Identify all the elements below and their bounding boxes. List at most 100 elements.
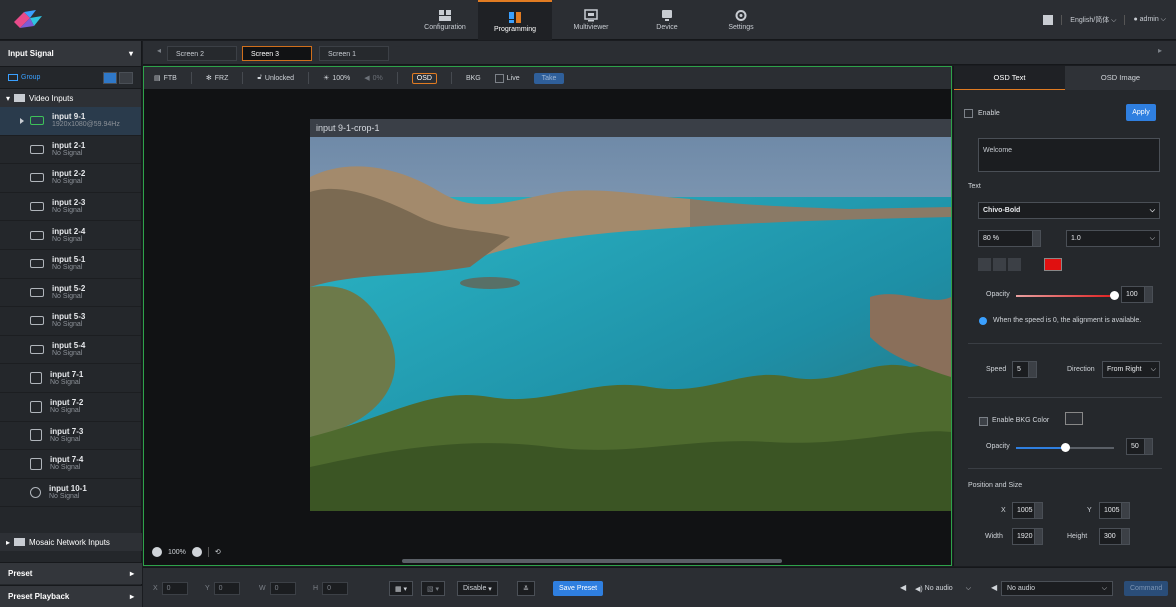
list-item[interactable]: input 7-1 No Signal [0,364,141,393]
width-input[interactable]: 1920 [1012,528,1043,545]
horizontal-scrollbar[interactable] [402,559,782,563]
zoom-in-icon[interactable] [191,547,202,557]
speed-input[interactable]: 5 [1012,361,1037,378]
list-item[interactable]: input 2-3 No Signal [0,193,141,222]
live-checkbox[interactable] [494,73,504,83]
list-item[interactable]: input 9-1 1920x1080@59.94Hz [0,107,141,136]
direction-select[interactable]: From Right ⌵ [1102,361,1160,378]
stepper-icon[interactable] [1034,503,1042,518]
bkg-color-swatch[interactable] [1065,412,1083,425]
list-item[interactable]: input 5-1 No Signal [0,250,141,279]
group-toggle[interactable]: Group [8,74,40,81]
scroll-right-icon[interactable]: ▸ [1158,46,1162,55]
nav-device[interactable]: Device [638,0,696,40]
clear-button[interactable]: ≚ [517,581,535,596]
bkg-opacity-slider[interactable] [1016,443,1114,452]
preset-playback-section[interactable]: Preset Playback ▸ [0,585,142,607]
layer-button[interactable]: ▧ ▾ [421,581,446,596]
apply-button[interactable]: Apply [1126,104,1156,121]
stepper-icon[interactable] [1144,287,1152,302]
input-name: input 7-2 [50,398,84,408]
live-toggle[interactable]: Live [494,73,520,83]
command-button[interactable]: Command [1124,581,1169,596]
list-item[interactable]: input 7-3 No Signal [0,422,141,451]
category-video-inputs[interactable]: ▾ Video Inputs [0,89,141,107]
input-signal-header[interactable]: Input Signal ▾ [0,41,141,67]
save-icon[interactable] [1043,15,1054,25]
bottom-y-input[interactable]: 0 [213,582,240,595]
zoom-out-icon[interactable] [152,547,162,557]
frz-button[interactable]: ✻ FRZ [206,74,228,83]
nav-configuration[interactable]: Configuration [416,0,474,40]
category-mosaic-inputs[interactable]: ▸ Mosaic Network Inputs [0,533,142,551]
opacity-slider[interactable] [1016,291,1119,300]
volume-button[interactable]: ◀ 0% [364,74,383,83]
list-item[interactable]: input 2-1 No Signal [0,136,141,165]
y-input[interactable]: 1005 [1099,502,1130,519]
align-right-icon[interactable] [1008,258,1021,271]
tab-osd-image[interactable]: OSD Image [1065,66,1176,90]
stepper-icon[interactable] [1028,362,1036,377]
nav-settings[interactable]: Settings [712,0,770,40]
list-item[interactable]: input 5-4 No Signal [0,336,141,365]
opacity-input[interactable]: 100 [1121,286,1153,303]
stepper-icon[interactable] [1034,529,1042,544]
x-input[interactable]: 1005 [1012,502,1043,519]
brightness-button[interactable]: ☀ 100% [323,74,350,83]
list-view-icon[interactable] [103,71,117,84]
tab-screen-3[interactable]: Screen 3 [242,46,312,61]
list-item[interactable]: input 10-1 No Signal [0,479,141,508]
list-item[interactable]: input 7-4 No Signal [0,450,141,479]
bottom-h-input[interactable]: 0 [322,582,349,595]
reset-zoom-icon[interactable]: ⟲ [215,548,221,556]
nav-programming[interactable]: Programming [478,0,552,40]
caret-right-icon[interactable] [20,118,24,124]
stepper-icon[interactable] [1144,439,1152,454]
list-item[interactable]: input 5-3 No Signal [0,307,141,336]
screen-canvas[interactable]: ▤ FTB ✻ FRZ 🔓︎ Unlocked ☀ 100% ◀ 0% OSD BKG L… [143,66,952,566]
bottom-w-input[interactable]: 0 [269,582,296,595]
disable-select[interactable]: Disable ▾ [457,581,498,596]
audio-select-1[interactable]: ◀) No audio ⌵ [910,581,976,596]
osd-button[interactable]: OSD [411,72,437,84]
grid-view-icon[interactable] [119,71,133,84]
font-select[interactable]: Chivo-Bold ⌵ [978,202,1160,219]
line-spacing-select[interactable]: 1.0 ⌵ [1066,230,1160,247]
align-center-icon[interactable] [993,258,1006,271]
bkg-opacity-input[interactable]: 50 [1126,438,1153,455]
user-menu[interactable]: ● admin ⌵ [1133,16,1166,24]
layout-button[interactable]: ▦ ▾ [389,581,414,596]
enable-checkbox[interactable] [964,109,973,118]
height-input[interactable]: 300 [1099,528,1130,545]
preset-section[interactable]: Preset ▸ [0,562,142,584]
list-item[interactable]: input 5-2 No Signal [0,279,141,308]
ftb-button[interactable]: ▤ FTB [154,74,177,83]
osd-text-input[interactable]: Welcome [978,138,1160,172]
tab-screen-2[interactable]: Screen 2 [167,46,237,61]
language-select[interactable]: English/简体 ⌵ [1070,15,1116,25]
font-size-input[interactable]: 80 % [978,230,1041,247]
stepper-icon[interactable] [1032,231,1040,246]
lock-button[interactable]: 🔓︎ Unlocked [257,74,294,82]
text-color-swatch[interactable] [1044,258,1062,271]
height-value: 300 [1104,533,1116,540]
nav-multiviewer[interactable]: Multiviewer [562,0,620,40]
take-button[interactable]: Take [533,72,565,84]
bkg-color-checkbox[interactable] [979,417,988,426]
audio-select-2[interactable]: No audio ⌵ [1001,581,1113,596]
category-mosaic-label: Mosaic Network Inputs [29,537,110,547]
list-item[interactable]: input 2-4 No Signal [0,221,141,250]
save-preset-button[interactable]: Save Preset [553,581,604,596]
stepper-icon[interactable] [1121,529,1129,544]
layer-window[interactable]: input 9-1-crop-1 [310,119,951,511]
tab-screen-1[interactable]: Screen 1 [319,46,389,61]
bottom-x-input[interactable]: 0 [161,582,188,595]
tab-osd-text[interactable]: OSD Text [954,66,1065,90]
stepper-icon[interactable] [1121,503,1129,518]
align-left-icon[interactable] [978,258,991,271]
bkg-button[interactable]: BKG [466,75,481,82]
scroll-left-icon[interactable]: ◂ [157,46,161,55]
list-item[interactable]: input 7-2 No Signal [0,393,141,422]
list-item[interactable]: input 2-2 No Signal [0,164,141,193]
programming-icon [509,12,521,23]
